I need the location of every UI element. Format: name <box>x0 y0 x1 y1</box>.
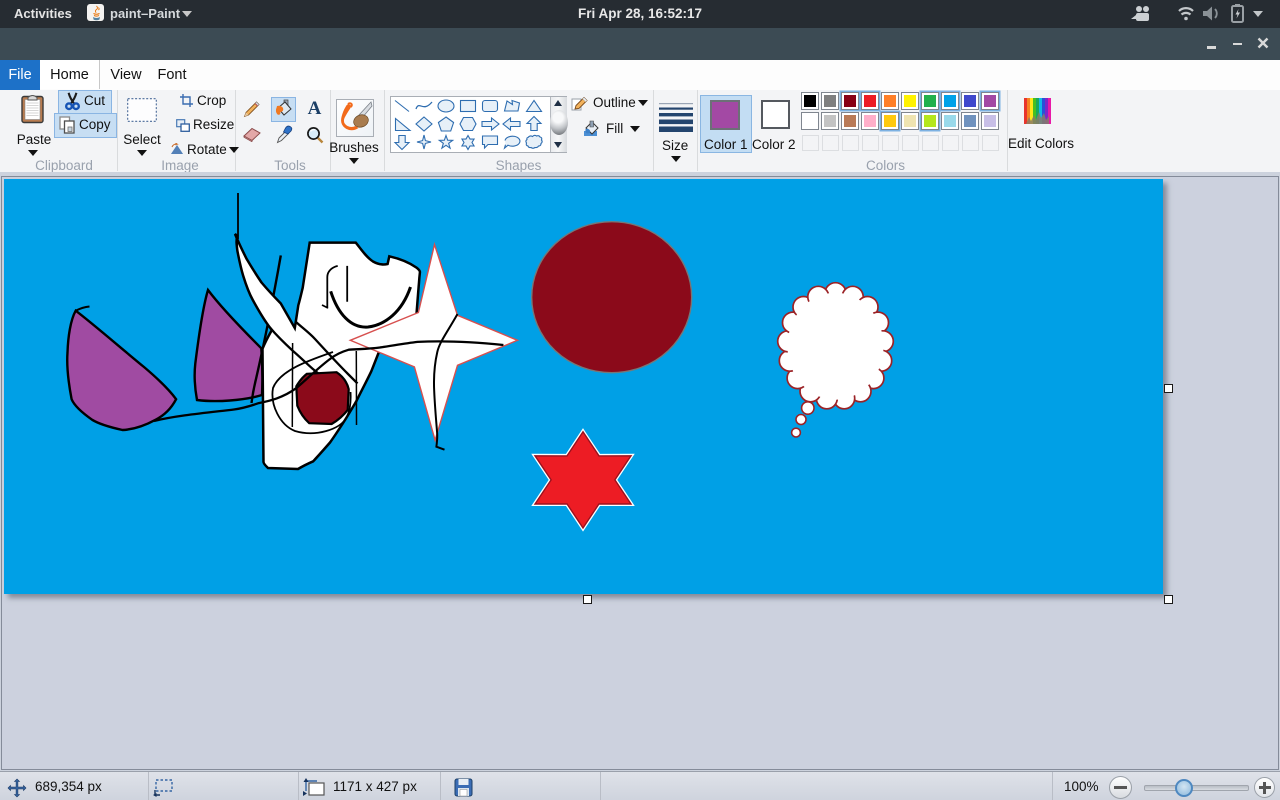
svg-text:A: A <box>308 99 322 116</box>
